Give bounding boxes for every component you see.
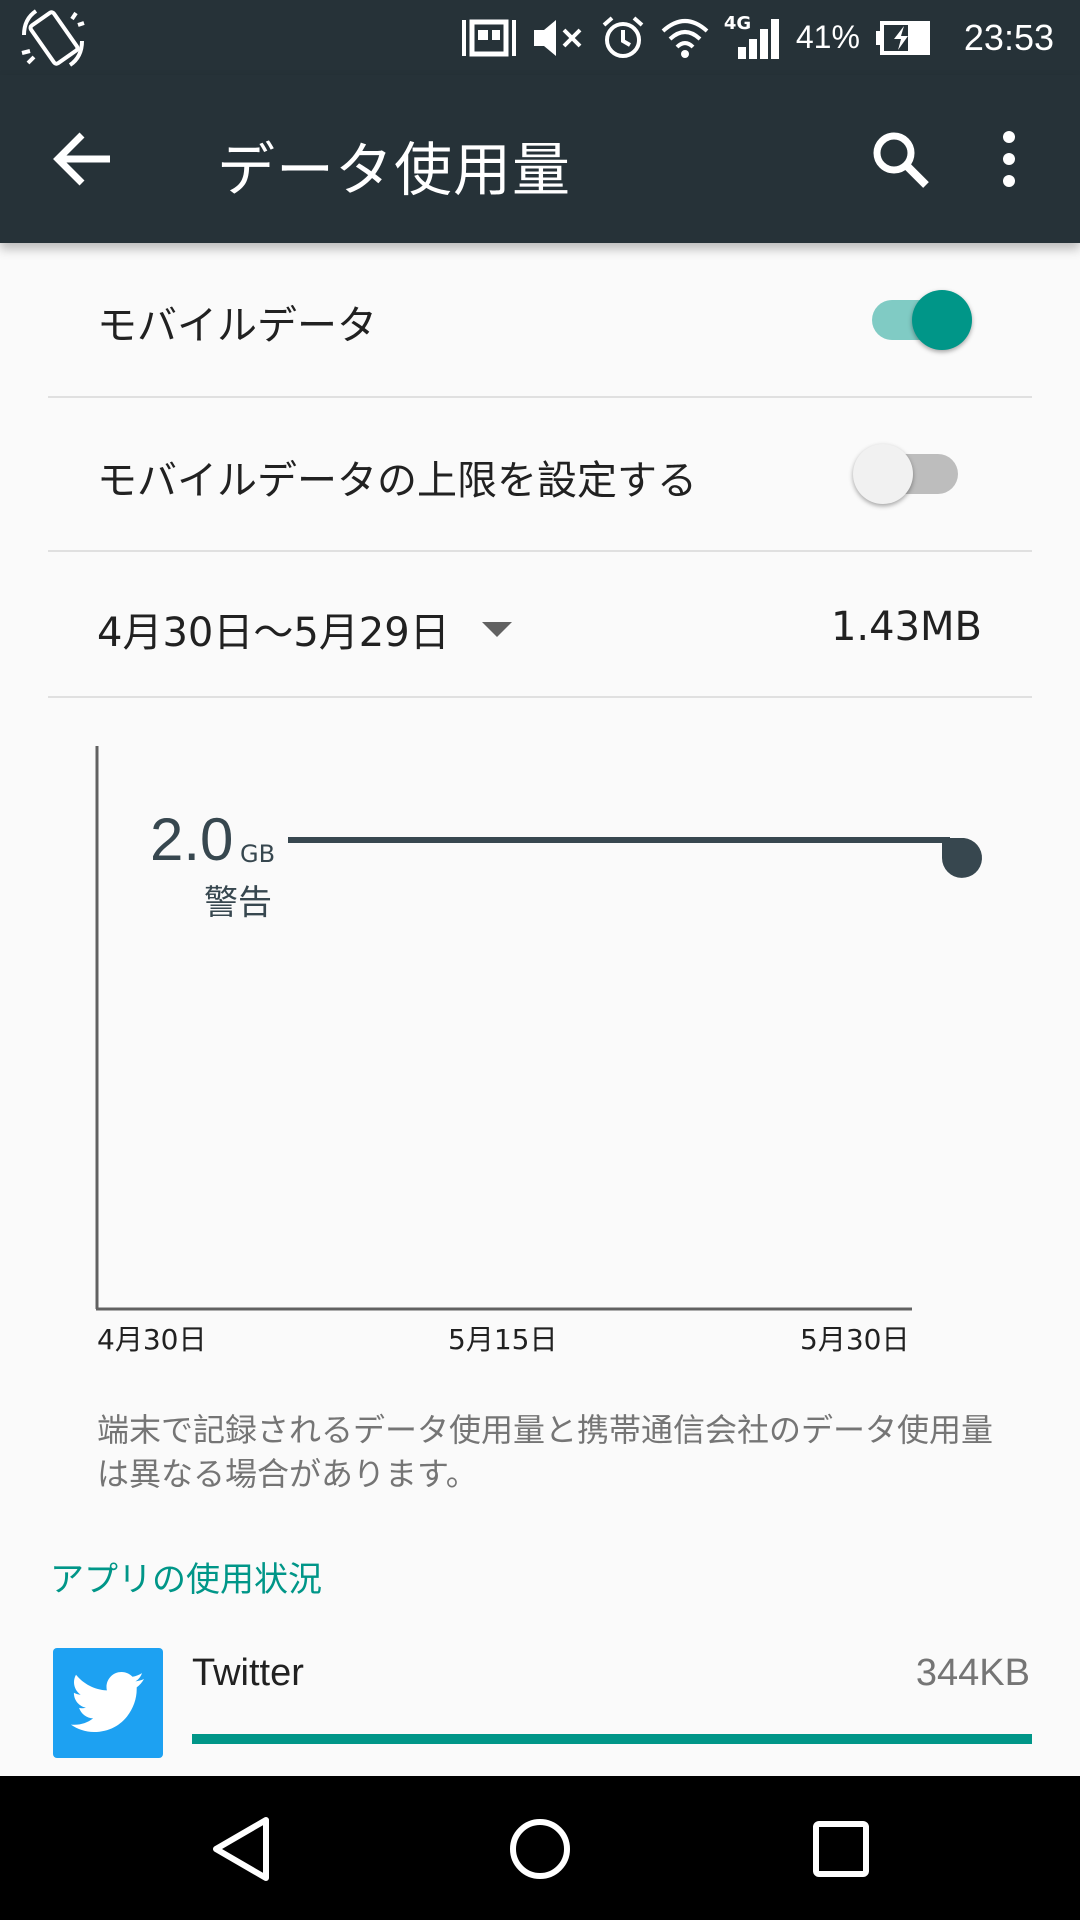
more-vert-icon[interactable] (984, 127, 1034, 191)
warning-label: 警告 (204, 883, 272, 923)
app-name: Twitter (192, 1652, 304, 1694)
app-usage-header: アプリの使用状況 (50, 1560, 322, 1600)
data-limit-row[interactable]: モバイルデータの上限を設定する (0, 398, 1080, 552)
mobile-data-label: モバイルデータ (97, 303, 377, 349)
status-bar: 4G 41% 23:53 (0, 0, 1080, 75)
x-tick-label: 4月30日 (97, 1323, 207, 1356)
battery-charging-icon (875, 20, 930, 55)
toolbar: データ使用量 (0, 75, 1080, 243)
usage-chart: 2.0 GB 警告 4月30日 5月15日 5月30日 (0, 700, 1080, 1380)
back-nav-icon[interactable] (206, 1814, 276, 1884)
warning-value: 2.0 (150, 806, 234, 873)
recents-nav-icon[interactable] (806, 1814, 876, 1884)
chart-canvas (95, 746, 982, 1311)
mute-icon (533, 19, 582, 56)
back-arrow-icon[interactable] (50, 127, 120, 191)
cycle-range: 4月30日〜5月29日 (97, 610, 450, 656)
divider (48, 550, 1032, 552)
warning-handle (942, 838, 982, 878)
status-clock: 23:53 (963, 16, 1054, 58)
wifi-icon (661, 18, 709, 58)
vibrate-icon (461, 19, 516, 56)
x-tick-label: 5月30日 (800, 1323, 910, 1356)
app-usage-bar (192, 1734, 1032, 1744)
cycle-dropdown[interactable]: 4月30日〜5月29日 (97, 600, 512, 658)
alarm-icon (602, 15, 644, 58)
screen-rotation-icon (21, 9, 85, 67)
home-nav-icon[interactable] (505, 1814, 575, 1884)
signal-icon: 4G (724, 13, 782, 61)
divider (48, 696, 1032, 698)
battery-percent: 41% (795, 19, 860, 55)
x-tick-label: 5月15日 (448, 1323, 558, 1356)
mobile-data-row[interactable]: モバイルデータ (0, 243, 1080, 397)
navigation-bar (0, 1776, 1080, 1920)
app-usage-value: 344KB (915, 1652, 1030, 1694)
app-usage-item[interactable]: Twitter 344KB (0, 1640, 1080, 1760)
switch-thumb (853, 444, 913, 504)
disclaimer-text: 端末で記録されるデータ使用量と携帯通信会社のデータ使用量は異なる場合があります。 (97, 1411, 994, 1493)
data-limit-label: モバイルデータの上限を設定する (97, 458, 697, 504)
search-icon[interactable] (868, 127, 932, 191)
page-title: データ使用量 (217, 136, 572, 204)
twitter-icon (53, 1648, 163, 1758)
dropdown-arrow-icon (481, 621, 512, 637)
warning-unit: GB (240, 840, 276, 868)
cycle-total: 1.43MB (830, 604, 982, 650)
switch-thumb (912, 290, 972, 350)
